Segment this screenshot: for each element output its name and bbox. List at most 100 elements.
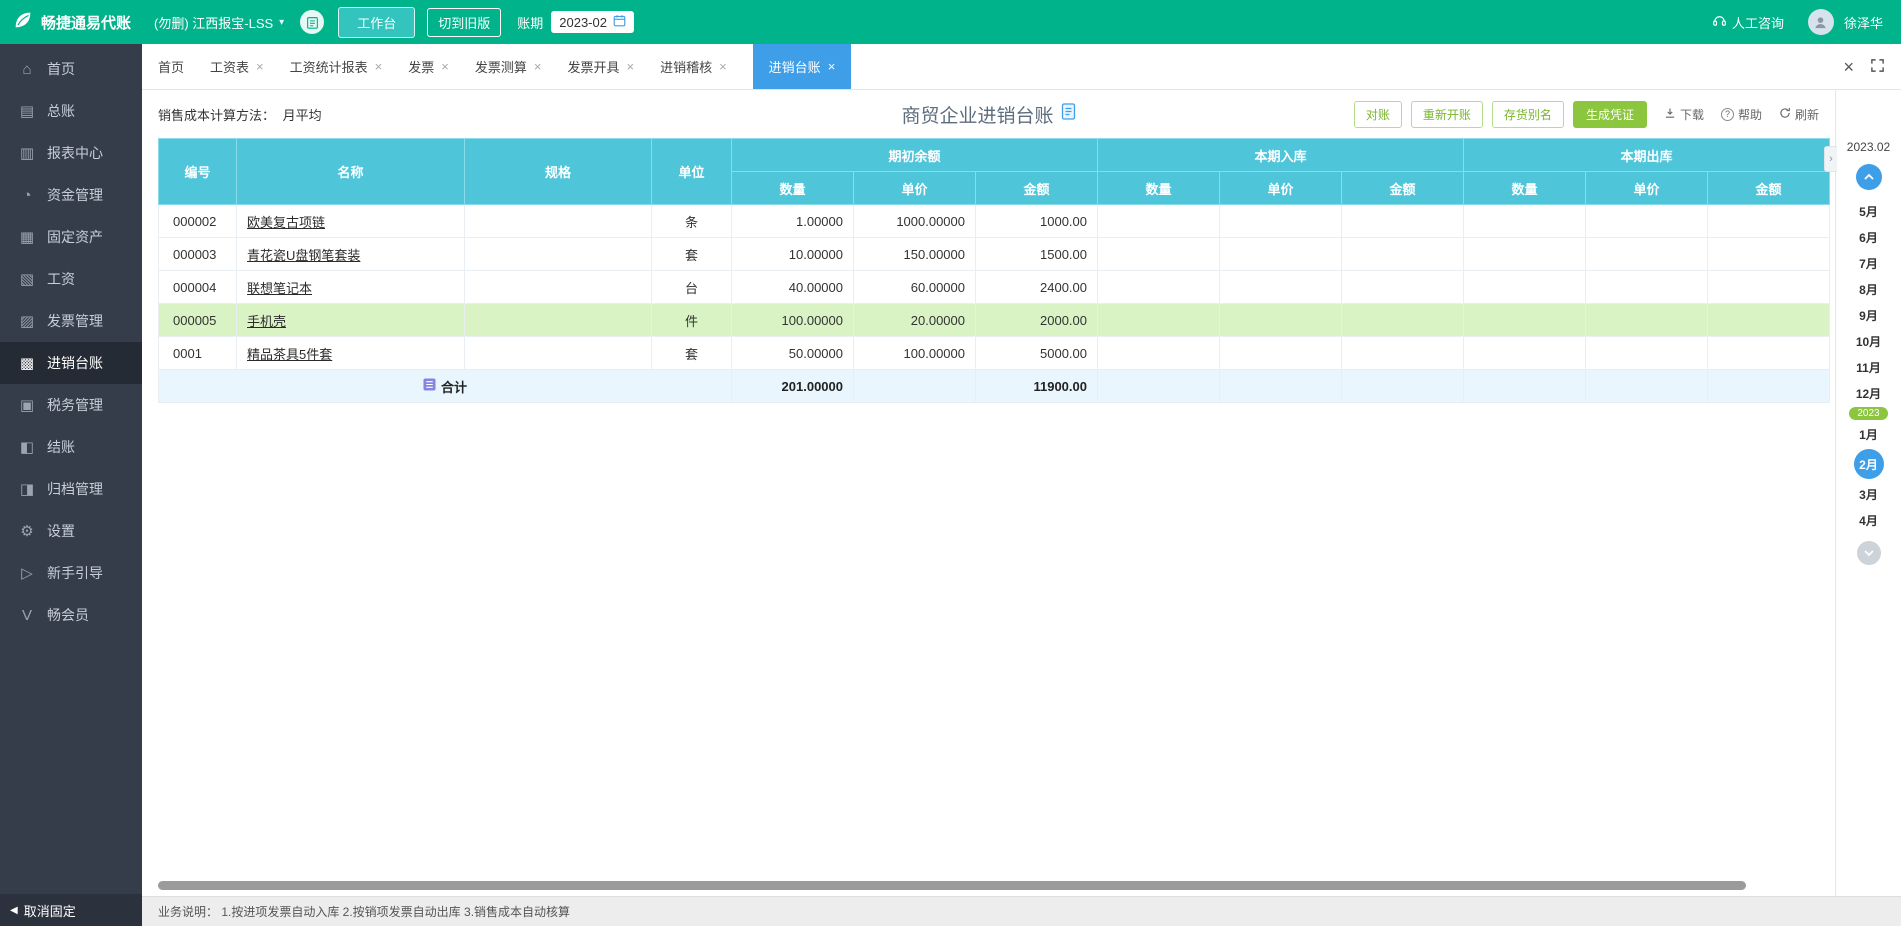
tab-close-icon[interactable]: × [534,59,542,74]
month-item-jun[interactable]: 6月 [1836,224,1901,250]
tab-close-icon[interactable]: × [375,59,383,74]
cell-price: 20.00000 [853,303,976,337]
tab-purchase-sale-ledger[interactable]: 进销台账 × [752,44,852,89]
scroll-up-icon[interactable] [1855,164,1882,190]
sidebar-item-label: 设置 [47,523,75,539]
switch-old-version-button[interactable]: 切到旧版 [427,7,502,37]
item-name-link[interactable]: 精品茶具5件套 [247,347,332,362]
table-row: 000003 青花瓷U盘钢笔套装 套 10.00000 150.00000 15… [158,237,1830,271]
sidebar-item-general-ledger[interactable]: ▤ 总账 [0,90,142,132]
period-picker[interactable]: 2023-02 [551,11,634,33]
tax-icon: ▣ [19,397,35,414]
sidebar-item-closing[interactable]: ◧ 结账 [0,426,142,468]
document-icon[interactable] [1061,102,1076,126]
month-item-apr[interactable]: 4月 [1836,507,1901,533]
avatar[interactable] [1807,9,1834,35]
inventory-alias-button[interactable]: 存货别名 [1491,100,1564,128]
cost-method-value[interactable]: 月平均 [283,108,322,123]
tab-label: 工资表 [210,60,250,75]
cell-qty: 100.00000 [731,303,854,337]
cell-amount: 5000.00 [975,336,1098,370]
month-item-jul[interactable]: 7月 [1836,250,1901,276]
tab-purchase-sale-audit[interactable]: 进销稽核 × [660,44,727,89]
total-label-cell: 合计 [158,369,732,403]
item-name-link[interactable]: 欧美复古项链 [247,215,325,230]
cell-unit: 条 [651,204,732,238]
company-select[interactable]: (勿删) 江西报宝-LSS ▾ [154,13,284,32]
scrollbar-thumb[interactable] [158,881,1746,890]
cell-code: 0001 [158,336,237,370]
col-header-name[interactable]: 名称 [236,138,465,205]
tab-home[interactable]: 首页 [158,44,184,89]
settings-icon: ⚙ [20,523,34,540]
tab-close-icon[interactable]: × [626,59,634,74]
item-name-link[interactable]: 联想笔记本 [247,281,312,296]
tab-close-icon[interactable]: × [828,59,836,74]
scroll-down-icon[interactable] [1856,541,1881,565]
username[interactable]: 徐泽华 [1844,13,1883,32]
collapse-panel-icon[interactable]: › [1824,146,1837,172]
sidebar-item-fixed-assets[interactable]: ▦ 固定资产 [0,216,142,258]
table-row: 000002 欧美复古项链 条 1.00000 1000.00000 1000.… [158,204,1830,238]
tab-payroll-report[interactable]: 工资统计报表 × [290,44,383,89]
close-icon[interactable]: × [1843,58,1854,76]
sidebar-item-purchase-sale-ledger[interactable]: ▩ 进销台账 [0,342,142,384]
download-icon [1664,107,1676,122]
sidebar-item-home[interactable]: ⌂ 首页 [0,48,142,90]
support-link[interactable]: 人工咨询 [1712,13,1784,32]
month-item-may[interactable]: 5月 [1836,198,1901,224]
month-item-feb-active[interactable]: 2月 [1853,449,1884,479]
reconcile-button[interactable]: 对账 [1353,100,1402,128]
tab-close-icon[interactable]: × [719,59,727,74]
sidebar-item-report-center[interactable]: ▥ 报表中心 [0,132,142,174]
refresh-button[interactable]: 刷新 [1779,106,1819,123]
tab-invoice-issue[interactable]: 发票开具 × [567,44,634,89]
cell-name: 联想笔记本 [236,270,465,304]
invoice-icon: ▨ [19,313,35,330]
subcol-amount: 金额 [1707,171,1830,205]
tab-close-icon[interactable]: × [256,59,264,74]
month-item-dec[interactable]: 12月 [1836,380,1901,406]
col-header-code[interactable]: 编号 [158,138,237,205]
fullscreen-icon[interactable] [1870,58,1885,76]
sidebar-item-archive[interactable]: ◨ 归档管理 [0,468,142,510]
month-item-aug[interactable]: 8月 [1836,276,1901,302]
accounting-period: 账期 2023-02 [517,11,634,33]
unpin-icon: ◀ [10,904,18,916]
download-button[interactable]: 下载 [1664,106,1704,123]
tab-close-icon[interactable]: × [441,59,449,74]
sidebar-item-payroll[interactable]: ▧ 工资 [0,258,142,300]
sidebar-item-tax[interactable]: ▣ 税务管理 [0,384,142,426]
item-name-link[interactable]: 手机壳 [247,314,286,329]
subcol-price: 单价 [1219,171,1342,205]
tab-label: 发票 [408,60,435,75]
sidebar-item-label: 资金管理 [47,187,103,203]
sidebar: ⌂ 首页 ▤ 总账 ▥ 报表中心 ◔ 资金管理 ▦ 固定资产 ▧ 工资 ▨ 发票管理 ▩ 进销台… [0,44,142,926]
generate-voucher-button[interactable]: 生成凭证 [1572,100,1647,128]
sidebar-item-guide[interactable]: ▷ 新手引导 [0,552,142,594]
tab-invoice[interactable]: 发票 × [408,44,449,89]
item-name-link[interactable]: 青花瓷U盘钢笔套装 [247,248,360,263]
help-button[interactable]: ? 帮助 [1720,106,1762,123]
horizontal-scrollbar [158,878,1819,892]
cell-amount: 1500.00 [975,237,1098,271]
cell-amount: 1000.00 [975,204,1098,238]
reopen-button[interactable]: 重新开账 [1410,100,1483,128]
cell-name: 手机壳 [236,303,465,337]
sidebar-item-invoice[interactable]: ▨ 发票管理 [0,300,142,342]
month-item-oct[interactable]: 10月 [1836,328,1901,354]
sidebar-item-member[interactable]: V 畅会员 [0,594,142,636]
month-item-jan[interactable]: 1月 [1836,421,1901,447]
workbench-button[interactable]: 工作台 [338,6,416,38]
clipboard-icon[interactable] [300,10,325,34]
col-header-unit[interactable]: 单位 [651,138,732,205]
month-item-sep[interactable]: 9月 [1836,302,1901,328]
col-header-spec[interactable]: 规格 [464,138,652,205]
unpin-sidebar-button[interactable]: ◀ 取消固定 [0,894,142,926]
month-item-mar[interactable]: 3月 [1836,481,1901,507]
sidebar-item-settings[interactable]: ⚙ 设置 [0,510,142,552]
tab-payroll-sheet[interactable]: 工资表 × [210,44,264,89]
tab-invoice-calc[interactable]: 发票测算 × [475,44,542,89]
sidebar-item-funds[interactable]: ◔ 资金管理 [0,174,142,216]
month-item-nov[interactable]: 11月 [1836,354,1901,380]
